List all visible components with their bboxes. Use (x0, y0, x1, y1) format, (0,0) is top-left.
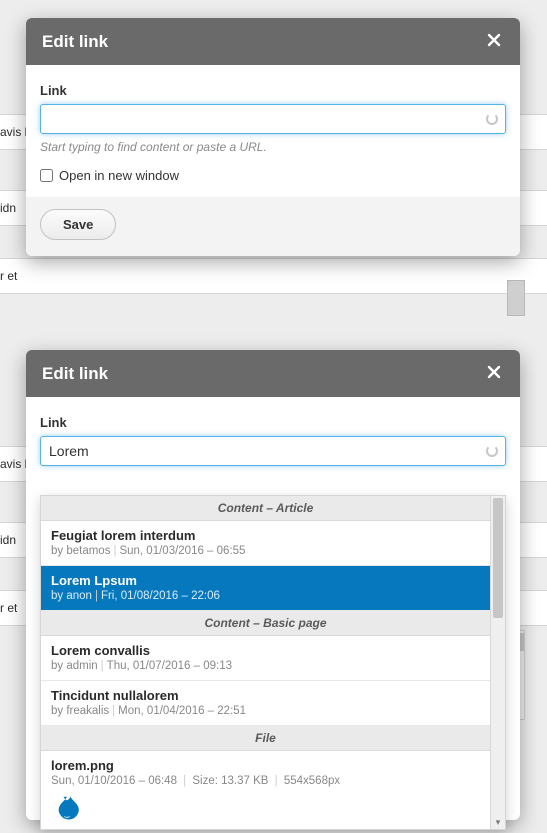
dropdown-item-title: Feugiat lorem interdum (51, 528, 480, 543)
scrollbar-thumb[interactable] (493, 498, 503, 618)
dialog-header: Edit link (26, 350, 520, 397)
chevron-down-icon: ▾ (491, 817, 505, 828)
dropdown-item[interactable]: Lorem convallis by admin|Thu, 01/07/2016 … (41, 636, 490, 681)
loading-spinner-icon (486, 113, 498, 125)
dropdown-item-title: Lorem convallis (51, 643, 480, 658)
dropdown-item-meta: by admin|Thu, 01/07/2016 – 09:13 (51, 660, 480, 672)
open-new-window-label: Open in new window (59, 168, 179, 183)
dropdown-item-meta: by freakalis|Mon, 01/04/2016 – 22:51 (51, 705, 480, 717)
bg-row: r et (0, 258, 547, 294)
edit-link-dialog: Edit link Link Start typing to find cont… (26, 18, 520, 256)
dialog-footer: Save (26, 197, 520, 256)
dropdown-item[interactable]: Tincidunt nullalorem by freakalis|Mon, 01… (41, 681, 490, 726)
dropdown-group-header: Content – Basic page (41, 611, 490, 636)
close-button[interactable] (484, 31, 504, 52)
dialog-title: Edit link (42, 364, 108, 384)
dialog-title: Edit link (42, 32, 108, 52)
drupal-icon (53, 795, 81, 823)
link-input[interactable] (40, 436, 506, 466)
dropdown-item-title: Lorem Lpsum (51, 573, 480, 588)
close-icon (487, 31, 501, 51)
dropdown-item-meta: by betamos|Sun, 01/03/2016 – 06:55 (51, 545, 480, 557)
dropdown-item[interactable]: Feugiat lorem interdum by betamos|Sun, 01… (41, 521, 490, 566)
dialog-body: Link Start typing to find content or pas… (26, 65, 520, 197)
loading-spinner-icon (486, 445, 498, 457)
dropdown-item-title: Tincidunt nullalorem (51, 688, 480, 703)
autocomplete-dropdown: Content – Article Feugiat lorem interdum b… (40, 495, 506, 830)
edit-link-dialog: Edit link Link Content – ArticleFeugiat … (26, 350, 520, 820)
dialog-body: Link Content – ArticleFeugiat lorem inte… (26, 397, 520, 480)
link-field-label: Link (40, 415, 506, 430)
link-input[interactable] (40, 104, 506, 134)
dropdown-scrollbar[interactable]: ▾ (490, 496, 505, 829)
dropdown-item-file[interactable]: lorem.png Sun, 01/10/2016 – 06:48 | Size:… (41, 751, 490, 829)
dropdown-item-title: lorem.png (51, 758, 480, 773)
link-field-label: Link (40, 83, 506, 98)
dropdown-item[interactable]: Lorem Lpsum by anon|Fri, 01/08/2016 – 22:… (41, 566, 490, 611)
dropdown-item-meta: by anon|Fri, 01/08/2016 – 22:06 (51, 590, 480, 602)
close-button[interactable] (484, 363, 504, 384)
dialog-header: Edit link (26, 18, 520, 65)
dropdown-group-header: Content – Article (41, 496, 490, 521)
dropdown-item-meta: Sun, 01/10/2016 – 06:48 | Size: 13.37 KB… (51, 775, 480, 787)
link-hint-text: Start typing to find content or paste a … (40, 140, 506, 154)
close-icon (487, 363, 501, 383)
save-button[interactable]: Save (40, 209, 116, 240)
background-scrollbar[interactable] (507, 280, 525, 316)
dropdown-group-header: File (41, 726, 490, 751)
file-thumbnail (51, 793, 83, 825)
open-new-window-checkbox[interactable] (40, 169, 53, 182)
